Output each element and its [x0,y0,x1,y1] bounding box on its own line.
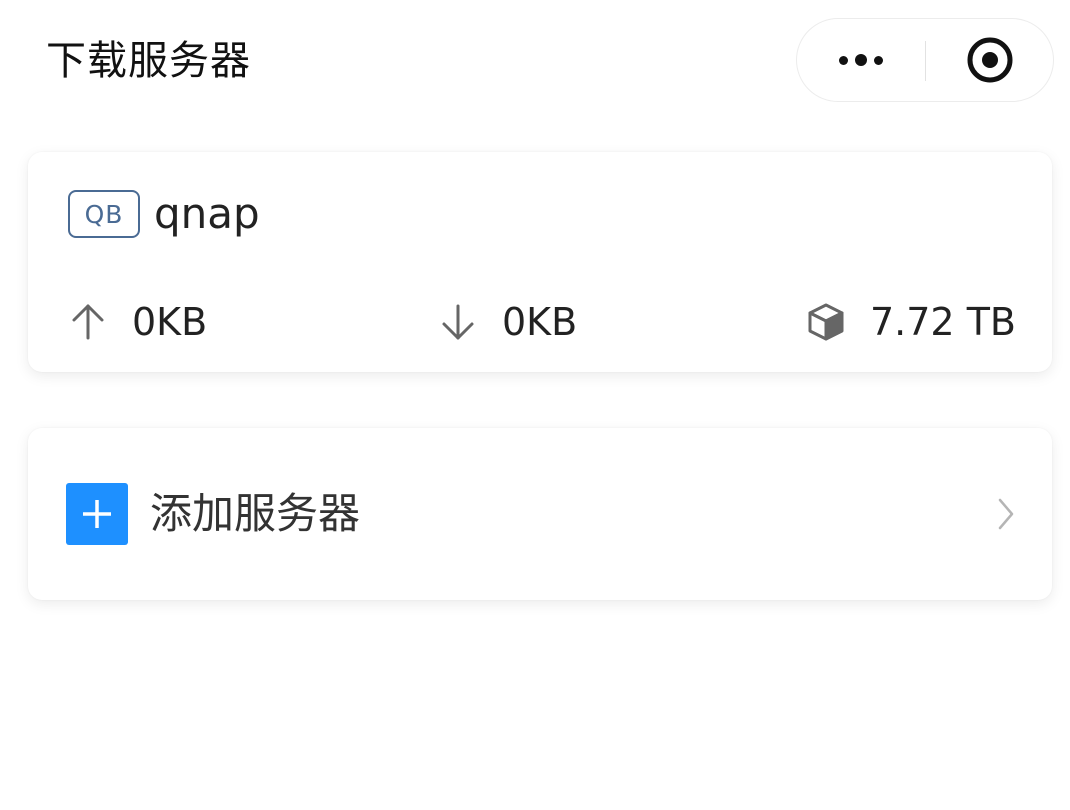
arrow-down-icon [438,302,478,342]
add-server-row: 添加服务器 [66,482,360,546]
arrow-up-icon [68,302,108,342]
chevron-right-icon [996,496,1016,532]
storage-stat: 7.72 TB [806,294,1016,350]
page: 下载服务器 QB qnap 0KB 0KB 7.72 TB 添加服务器 [0,0,1070,810]
upload-stat: 0KB [68,294,207,350]
close-button[interactable] [926,19,1054,101]
more-dots-icon [839,54,883,66]
miniapp-capsule [796,18,1054,102]
server-header: QB qnap [68,188,260,240]
header: 下载服务器 [0,0,1070,120]
target-circle-icon [967,37,1013,83]
server-name: qnap [154,189,260,238]
upload-speed: 0KB [132,300,208,344]
add-server-label: 添加服务器 [150,489,361,538]
storage-size: 7.72 TB [870,300,1016,344]
plus-icon [66,483,128,545]
server-card[interactable]: QB qnap 0KB 0KB 7.72 TB [28,152,1052,372]
page-title: 下载服务器 [46,38,251,84]
add-server-card[interactable]: 添加服务器 [28,428,1052,600]
more-button[interactable] [797,19,925,101]
download-stat: 0KB [438,294,577,350]
cube-icon [806,302,846,342]
qb-badge: QB [68,190,140,238]
download-speed: 0KB [502,300,578,344]
